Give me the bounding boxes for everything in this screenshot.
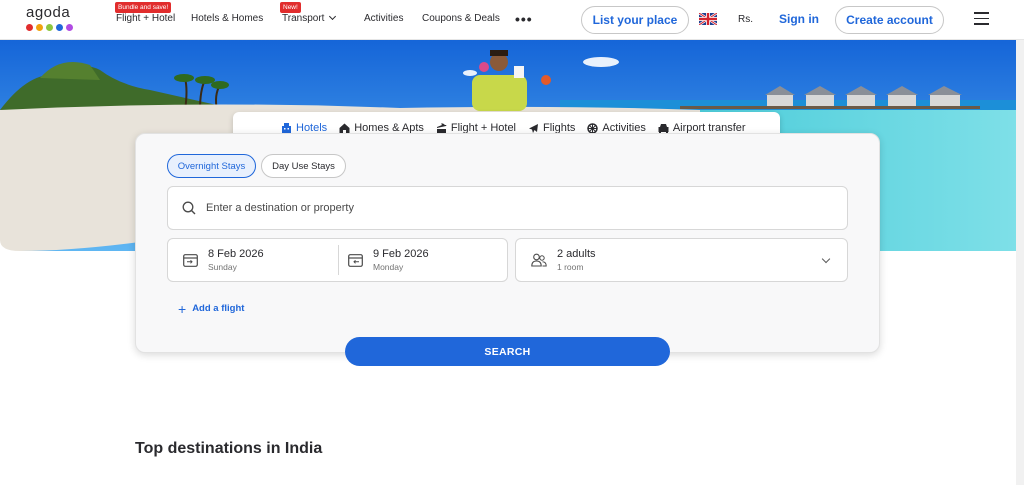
checkout-text: 9 Feb 2026 Monday (373, 248, 429, 273)
nav-activities[interactable]: Activities (364, 13, 403, 24)
new-badge: New! (280, 2, 301, 13)
logo-dot (66, 24, 73, 31)
logo-dot (36, 24, 43, 31)
chevron-down-icon (329, 12, 337, 21)
checkin-date-field[interactable]: 8 Feb 2026 Sunday (183, 239, 333, 281)
section-title: Top destinations in India (135, 440, 323, 457)
day-use-stays-toggle[interactable]: Day Use Stays (261, 154, 346, 178)
nav-flight-hotel[interactable]: Flight + Hotel (116, 13, 175, 24)
checkout-date: 9 Feb 2026 (373, 247, 429, 260)
occupancy-text: 2 adults 1 room (557, 248, 596, 273)
checkout-date-field[interactable]: 9 Feb 2026 Monday (348, 239, 498, 281)
more-menu-icon[interactable]: ••• (515, 11, 533, 27)
nav-hotels-homes[interactable]: Hotels & Homes (191, 13, 263, 24)
destination-field[interactable] (167, 186, 848, 230)
date-picker: 8 Feb 2026 Sunday 9 Feb 2026 Monday (167, 238, 508, 282)
currency-selector[interactable]: Rs. (738, 14, 753, 25)
hamburger-menu-icon[interactable] (974, 12, 989, 25)
page-scrollbar[interactable] (1016, 40, 1024, 485)
car-icon (658, 123, 669, 134)
destination-input[interactable] (206, 202, 806, 214)
logo-dot (56, 24, 63, 31)
search-icon (182, 201, 196, 215)
sign-in-link[interactable]: Sign in (779, 12, 819, 26)
occupancy-selector[interactable]: 2 adults 1 room (515, 238, 848, 282)
activities-icon (587, 122, 599, 134)
checkin-calendar-icon (183, 254, 198, 267)
plus-icon: + (178, 300, 187, 317)
nav-coupons-deals[interactable]: Coupons & Deals (422, 13, 500, 24)
flight-hotel-icon (436, 123, 447, 134)
guests-icon (531, 253, 547, 267)
guest-count: 2 adults (557, 247, 596, 260)
checkout-calendar-icon (348, 254, 363, 267)
hamburger-line (974, 23, 989, 25)
add-flight-link[interactable]: + Add a flight (178, 300, 245, 317)
add-flight-label: Add a flight (192, 303, 245, 314)
logo-dot (46, 24, 53, 31)
checkin-date: 8 Feb 2026 (208, 247, 264, 260)
checkin-day: Sunday (208, 261, 237, 272)
logo-dot (26, 24, 33, 31)
uk-flag-icon[interactable] (699, 13, 717, 25)
room-count: 1 room (557, 261, 584, 272)
checkin-text: 8 Feb 2026 Sunday (208, 248, 264, 273)
search-button[interactable]: SEARCH (345, 337, 670, 366)
bundle-badge: Bundle and save! (115, 2, 172, 13)
home-icon (339, 123, 350, 134)
overnight-stays-toggle[interactable]: Overnight Stays (167, 154, 256, 178)
checkout-day: Monday (373, 261, 404, 272)
logo-text: agoda (26, 4, 71, 21)
date-divider (338, 245, 339, 275)
create-account-button[interactable]: Create account (835, 6, 944, 34)
top-header: agoda Bundle and save! Flight + Hotel Ho… (0, 0, 1024, 40)
logo-dots (26, 24, 78, 31)
nav-transport-label: Transport (282, 13, 325, 24)
chevron-down-icon (821, 254, 831, 264)
hotel-icon (282, 122, 291, 134)
list-your-place-button[interactable]: List your place (581, 6, 689, 34)
nav-transport[interactable]: Transport (282, 12, 337, 24)
hamburger-line (974, 12, 989, 14)
hamburger-line (974, 17, 989, 19)
agoda-logo[interactable]: agoda (26, 5, 78, 35)
plane-icon (529, 123, 539, 133)
